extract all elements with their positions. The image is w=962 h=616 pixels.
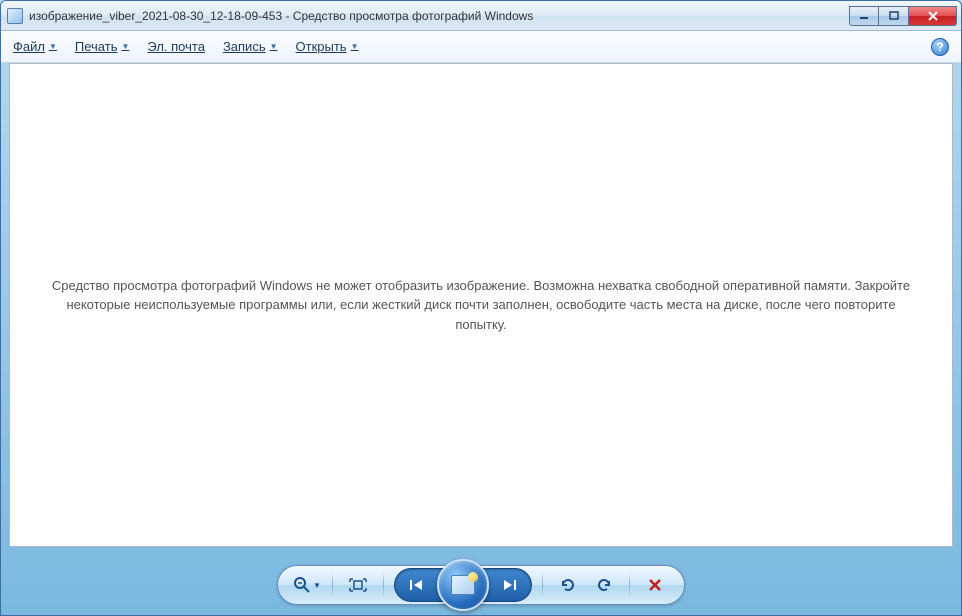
- photo-viewer-window: изображение_viber_2021-08-30_12-18-09-45…: [0, 0, 962, 616]
- zoom-button[interactable]: ▼: [292, 571, 322, 599]
- toolbar-area: ▼: [1, 555, 961, 615]
- maximize-icon: [889, 11, 899, 21]
- chevron-down-icon: ▼: [121, 42, 129, 51]
- rotate-ccw-icon: [559, 576, 577, 594]
- menu-file[interactable]: Файл▼: [13, 39, 57, 54]
- titlebar[interactable]: изображение_viber_2021-08-30_12-18-09-45…: [1, 1, 961, 31]
- menu-burn[interactable]: Запись▼: [223, 39, 278, 54]
- menu-email[interactable]: Эл. почта: [147, 39, 205, 54]
- menu-print[interactable]: Печать▼: [75, 39, 130, 54]
- rotate-ccw-button[interactable]: [553, 571, 583, 599]
- close-button[interactable]: [909, 6, 957, 26]
- magnifier-icon: [293, 576, 311, 594]
- previous-button[interactable]: [399, 571, 435, 599]
- next-button[interactable]: [491, 571, 527, 599]
- chevron-down-icon: ▼: [270, 42, 278, 51]
- minimize-button[interactable]: [849, 6, 879, 26]
- delete-button[interactable]: [640, 571, 670, 599]
- help-button[interactable]: ?: [931, 38, 949, 56]
- slideshow-icon: [451, 575, 475, 595]
- rotate-cw-button[interactable]: [589, 571, 619, 599]
- image-viewer: Средство просмотра фотографий Windows не…: [9, 63, 953, 547]
- help-icon: ?: [936, 40, 943, 54]
- rotate-cw-icon: [595, 576, 613, 594]
- chevron-down-icon: ▼: [313, 581, 321, 590]
- separator: [332, 572, 333, 598]
- minimize-icon: [859, 11, 869, 21]
- menu-open[interactable]: Открыть▼: [296, 39, 359, 54]
- close-icon: [927, 11, 939, 21]
- separator: [629, 572, 630, 598]
- chevron-down-icon: ▼: [49, 42, 57, 51]
- fit-window-button[interactable]: [343, 571, 373, 599]
- chevron-down-icon: ▼: [351, 42, 359, 51]
- app-icon: [7, 8, 23, 24]
- slideshow-button[interactable]: [437, 559, 489, 611]
- window-controls: [849, 6, 957, 26]
- previous-icon: [408, 578, 426, 592]
- navigation-group: [394, 568, 532, 602]
- maximize-button[interactable]: [879, 6, 909, 26]
- toolbar: ▼: [277, 565, 685, 605]
- separator: [383, 572, 384, 598]
- menubar: Файл▼ Печать▼ Эл. почта Запись▼ Открыть▼…: [1, 31, 961, 63]
- next-icon: [500, 578, 518, 592]
- error-message: Средство просмотра фотографий Windows не…: [50, 276, 912, 335]
- fit-icon: [349, 578, 367, 592]
- separator: [542, 572, 543, 598]
- window-title: изображение_viber_2021-08-30_12-18-09-45…: [29, 9, 849, 23]
- content-area: Средство просмотра фотографий Windows не…: [1, 63, 961, 555]
- delete-icon: [647, 577, 663, 593]
